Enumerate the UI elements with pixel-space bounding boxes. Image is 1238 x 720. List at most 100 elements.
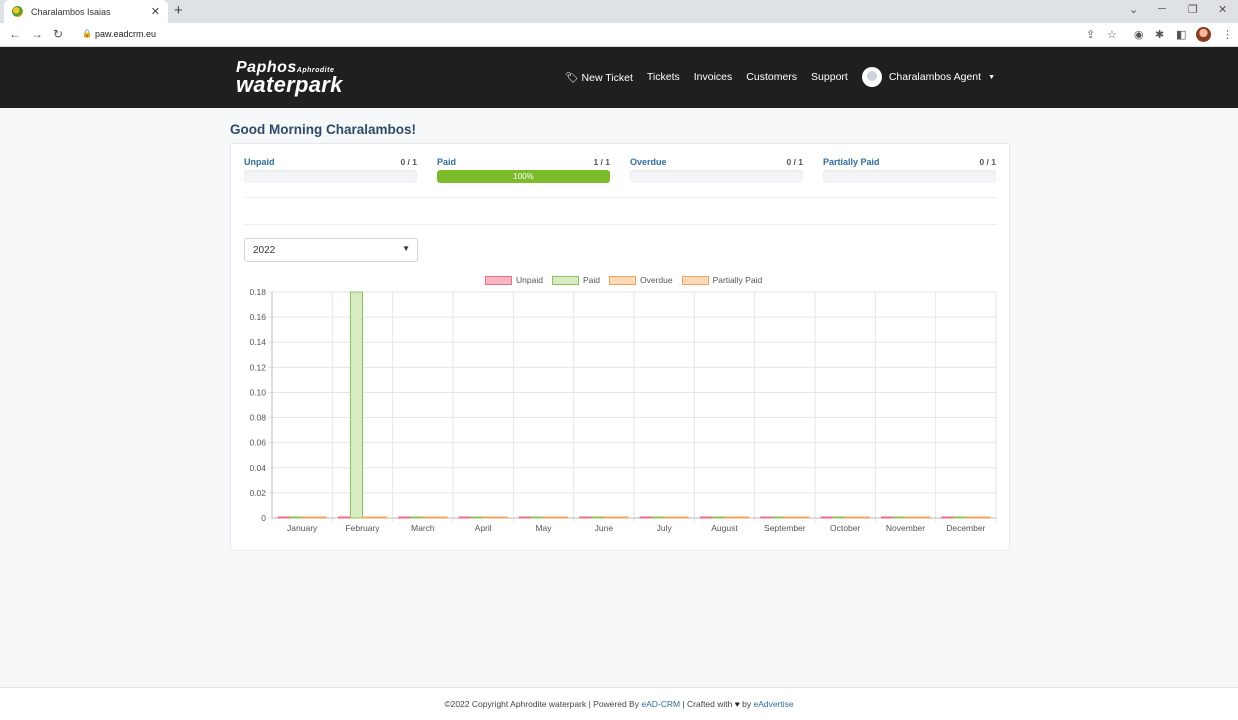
x-tick-label: September	[764, 523, 806, 533]
share-icon[interactable]: ⇪	[1086, 28, 1095, 41]
camera-icon[interactable]: ◉	[1134, 28, 1144, 41]
bar-overdue	[543, 516, 557, 519]
lock-icon: 🔒	[82, 29, 92, 38]
progress-bar	[823, 170, 996, 183]
bar-paid	[711, 516, 725, 519]
progress-bar	[244, 170, 417, 183]
stat-paid: Paid 1 / 1 100%	[437, 157, 610, 183]
stat-count: 0 / 1	[979, 157, 996, 167]
bar-overdue	[422, 516, 436, 519]
page-title: Good Morning Charalambos!	[230, 122, 417, 137]
forward-icon[interactable]: →	[31, 27, 43, 41]
bar-paid	[289, 516, 303, 519]
bar-paid	[591, 516, 605, 519]
profile-avatar[interactable]	[1196, 27, 1211, 42]
bar-unpaid	[277, 516, 291, 519]
bar-unpaid	[337, 516, 351, 519]
site-favicon-icon	[12, 6, 23, 17]
agency-link[interactable]: eAdvertise	[753, 699, 793, 709]
bar-paid	[530, 516, 544, 519]
bar-overdue	[301, 516, 315, 519]
nav-customers[interactable]: Customers	[746, 71, 797, 83]
bookmark-star-icon[interactable]: ☆	[1107, 28, 1117, 41]
back-icon[interactable]: ←	[9, 27, 21, 41]
x-tick-label: August	[711, 523, 738, 533]
y-tick-label: 0.04	[249, 463, 266, 473]
bar-unpaid	[941, 516, 955, 519]
user-menu[interactable]: Charalambos Agent ▼	[861, 67, 995, 87]
menu-kebab-icon[interactable]: ⋮	[1222, 28, 1233, 41]
bar-unpaid	[639, 516, 653, 519]
bar-unpaid	[579, 516, 593, 519]
nav-new-ticket[interactable]: 🏷 New Ticket	[565, 71, 633, 84]
browser-tab[interactable]: Charalambos Isaias ✕	[4, 0, 168, 23]
url-field[interactable]: paw.eadcrm.eu	[95, 29, 156, 39]
x-tick-label: April	[475, 523, 492, 533]
reload-icon[interactable]: ↻	[53, 27, 63, 41]
bar-partially-paid	[555, 516, 569, 519]
chevron-down-icon: ▼	[402, 244, 410, 253]
new-tab-button[interactable]: +	[174, 2, 183, 19]
x-tick-label: March	[411, 523, 435, 533]
bar-overdue	[784, 516, 798, 519]
bar-unpaid	[820, 516, 834, 519]
close-tab-icon[interactable]: ✕	[151, 5, 160, 18]
y-tick-label: 0.18	[249, 287, 266, 297]
y-tick-label: 0.06	[249, 438, 266, 448]
x-tick-label: January	[287, 523, 318, 533]
site-logo[interactable]: PaphosAphrodite waterpark	[236, 60, 343, 96]
extensions-icon[interactable]: ✱	[1155, 28, 1164, 41]
bar-unpaid	[518, 516, 532, 519]
bar-overdue	[482, 516, 496, 519]
x-tick-label: December	[946, 523, 985, 533]
bar-unpaid	[458, 516, 472, 519]
main-nav: 🏷 New Ticket Tickets Invoices Customers …	[565, 67, 995, 87]
x-tick-label: November	[886, 523, 925, 533]
user-name: Charalambos Agent	[888, 71, 982, 83]
sidebar-icon[interactable]: ◧	[1176, 28, 1186, 41]
nav-support[interactable]: Support	[811, 71, 848, 83]
stat-label: Paid	[437, 157, 457, 167]
divider	[244, 224, 997, 225]
bar-partially-paid	[434, 516, 448, 519]
bar-partially-paid	[675, 516, 689, 519]
bar-partially-paid	[313, 516, 327, 519]
close-window-icon[interactable]: ✕	[1218, 3, 1227, 16]
y-tick-label: 0.16	[249, 312, 266, 322]
minimize-icon[interactable]: ─	[1158, 3, 1166, 15]
bar-partially-paid	[374, 516, 388, 519]
y-tick-label: 0.12	[249, 362, 266, 372]
year-select[interactable]: 2022 ▼	[244, 238, 418, 262]
stat-overdue: Overdue 0 / 1	[630, 157, 803, 183]
bar-overdue	[724, 516, 738, 519]
y-tick-label: 0.08	[249, 413, 266, 423]
bar-paid	[651, 516, 665, 519]
bar-paid	[470, 516, 484, 519]
bar-paid	[410, 516, 424, 519]
bar-paid	[953, 516, 967, 519]
stat-count: 1 / 1	[593, 157, 610, 167]
bar-partially-paid	[736, 516, 750, 519]
ticket-icon: 🏷	[565, 71, 579, 84]
crm-link[interactable]: eAD-CRM	[641, 699, 680, 709]
progress-bar	[630, 170, 803, 183]
bar-unpaid	[699, 516, 713, 519]
stat-label: Partially Paid	[823, 157, 880, 167]
bar-partially-paid	[917, 516, 931, 519]
bar-partially-paid	[977, 516, 991, 519]
y-tick-label: 0	[261, 513, 266, 523]
divider	[244, 197, 997, 198]
footer: ©2022 Copyright Aphrodite waterpark | Po…	[0, 687, 1238, 720]
bar-partially-paid	[494, 516, 508, 519]
x-tick-label: June	[595, 523, 614, 533]
bar-paid	[772, 516, 786, 519]
x-tick-label: February	[345, 523, 380, 533]
nav-invoices[interactable]: Invoices	[694, 71, 733, 83]
bar-overdue	[362, 516, 376, 519]
nav-tickets[interactable]: Tickets	[647, 71, 680, 83]
bar-paid	[832, 516, 846, 519]
tab-search-icon[interactable]: ⌄	[1129, 3, 1138, 16]
restore-icon[interactable]: ❐	[1188, 3, 1198, 16]
bar-paid	[892, 516, 907, 519]
caret-down-icon: ▼	[988, 73, 995, 81]
